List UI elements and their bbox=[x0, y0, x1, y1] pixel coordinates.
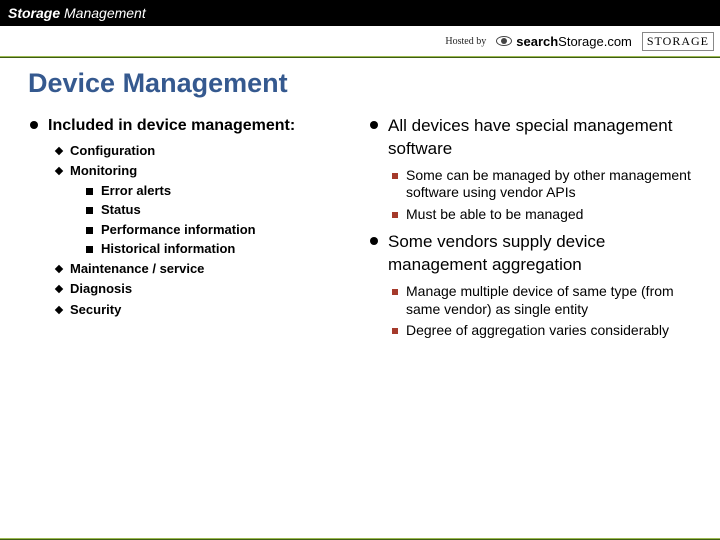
left-heading-text: Included in device management: bbox=[48, 115, 295, 137]
right-heading-text: All devices have special management soft… bbox=[388, 115, 678, 161]
brand-word2: Management bbox=[60, 5, 146, 21]
item-label: Diagnosis bbox=[70, 281, 132, 297]
right-heading: All devices have special management soft… bbox=[370, 115, 702, 161]
bullet-dot-icon bbox=[370, 237, 378, 245]
list-item: Maintenance / service bbox=[56, 261, 362, 277]
list-item: Configuration bbox=[56, 143, 362, 159]
subitem-label: Must be able to be managed bbox=[406, 206, 583, 224]
bullet-square-red-icon bbox=[392, 212, 398, 218]
list-item: Monitoring bbox=[56, 163, 362, 179]
bullet-square-red-icon bbox=[392, 173, 398, 179]
item-label: Monitoring bbox=[70, 163, 137, 179]
bullet-diamond-icon bbox=[55, 167, 63, 175]
hosted-row: Hosted by searchStorage.com STORAGE bbox=[0, 26, 720, 56]
subitem-label: Error alerts bbox=[101, 183, 171, 199]
subitem-label: Historical information bbox=[101, 241, 235, 257]
bullet-square-red-icon bbox=[392, 289, 398, 295]
list-subitem: Must be able to be managed bbox=[392, 206, 702, 224]
right-heading: Some vendors supply device management ag… bbox=[370, 231, 702, 277]
list-subitem: Status bbox=[86, 202, 362, 218]
divider-top bbox=[0, 56, 720, 58]
list-item: Diagnosis bbox=[56, 281, 362, 297]
subitem-label: Some can be managed by other management … bbox=[406, 167, 702, 202]
eye-icon bbox=[496, 36, 512, 46]
top-bar: Storage Management bbox=[0, 0, 720, 26]
item-label: Configuration bbox=[70, 143, 155, 159]
list-subitem: Performance information bbox=[86, 222, 362, 238]
right-heading-text: Some vendors supply device management ag… bbox=[388, 231, 678, 277]
page-title: Device Management bbox=[28, 68, 720, 99]
left-heading: Included in device management: bbox=[30, 115, 362, 137]
subitem-label: Manage multiple device of same type (fro… bbox=[406, 283, 702, 318]
bullet-square-icon bbox=[86, 246, 93, 253]
bullet-square-red-icon bbox=[392, 328, 398, 334]
subitem-label: Degree of aggregation varies considerabl… bbox=[406, 322, 669, 340]
bullet-square-icon bbox=[86, 207, 93, 214]
list-subitem: Error alerts bbox=[86, 183, 362, 199]
content-columns: Included in device management: Configura… bbox=[0, 107, 720, 344]
right-column: All devices have special management soft… bbox=[370, 107, 702, 344]
searchstorage-logo: searchStorage.com bbox=[496, 34, 632, 49]
subitem-label: Status bbox=[101, 202, 141, 218]
list-subitem: Historical information bbox=[86, 241, 362, 257]
bullet-dot-icon bbox=[370, 121, 378, 129]
list-subitem: Manage multiple device of same type (fro… bbox=[392, 283, 702, 318]
bullet-diamond-icon bbox=[55, 146, 63, 154]
brand: Storage Management bbox=[8, 5, 146, 21]
storage-badge: STORAGE bbox=[642, 32, 714, 51]
hosted-by-label: Hosted by bbox=[445, 36, 486, 47]
list-item: Security bbox=[56, 302, 362, 318]
left-column: Included in device management: Configura… bbox=[30, 107, 362, 344]
item-label: Maintenance / service bbox=[70, 261, 204, 277]
bullet-diamond-icon bbox=[55, 265, 63, 273]
ss-text: searchStorage.com bbox=[516, 34, 632, 49]
brand-word1: Storage bbox=[8, 5, 60, 21]
bullet-diamond-icon bbox=[55, 285, 63, 293]
bullet-diamond-icon bbox=[55, 305, 63, 313]
bullet-square-icon bbox=[86, 188, 93, 195]
list-subitem: Degree of aggregation varies considerabl… bbox=[392, 322, 702, 340]
subitem-label: Performance information bbox=[101, 222, 256, 238]
item-label: Security bbox=[70, 302, 121, 318]
list-subitem: Some can be managed by other management … bbox=[392, 167, 702, 202]
bullet-square-icon bbox=[86, 227, 93, 234]
bullet-dot-icon bbox=[30, 121, 38, 129]
